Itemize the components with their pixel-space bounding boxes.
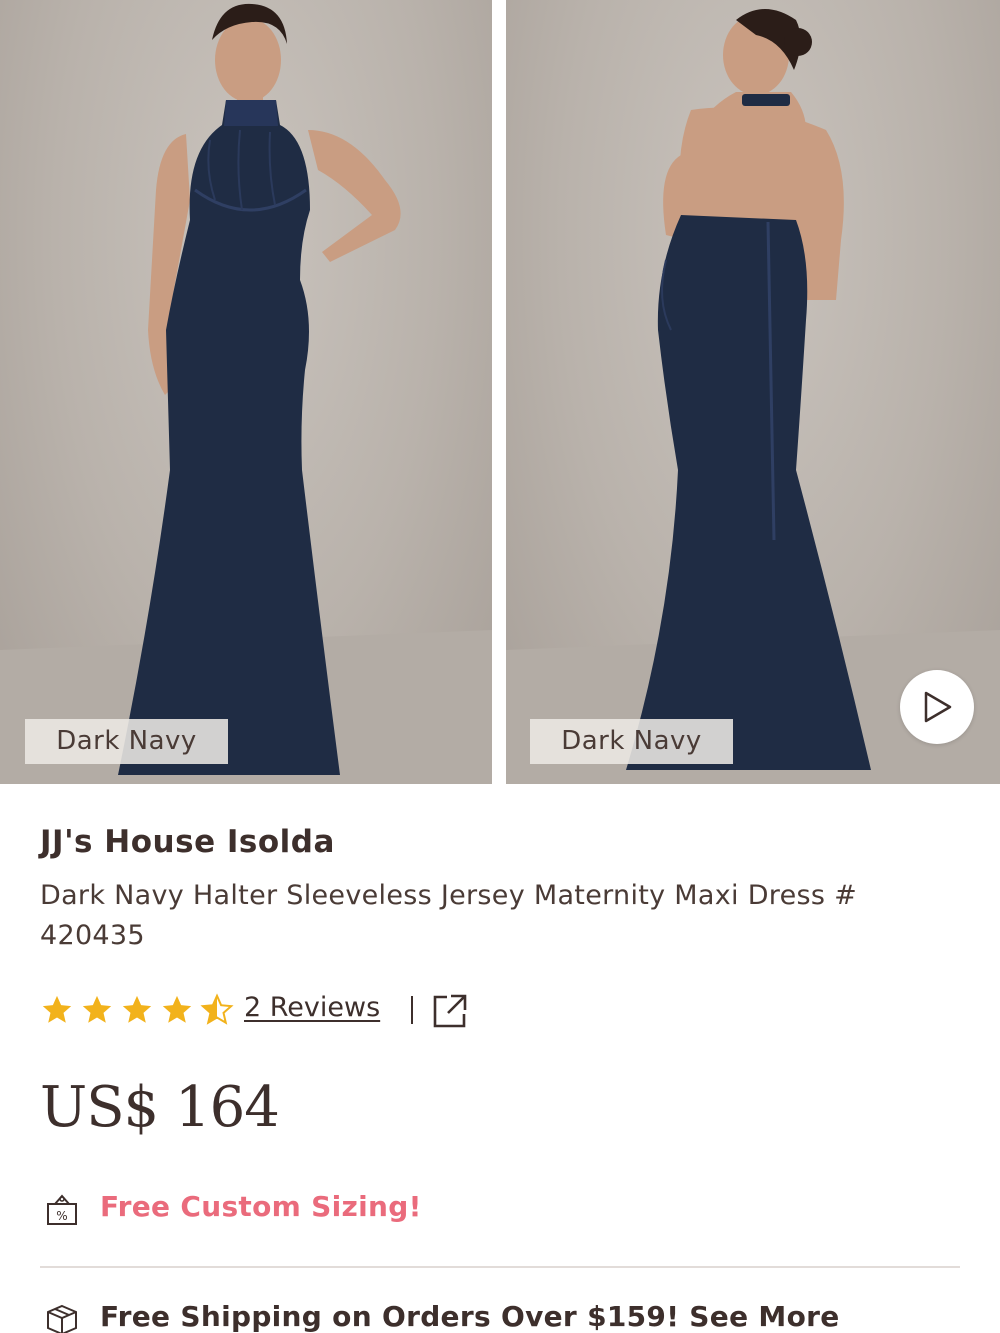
brand-name: JJ's House Isolda <box>40 824 335 860</box>
product-image-back[interactable] <box>506 0 1000 784</box>
divider <box>411 996 413 1024</box>
star-full-icon <box>162 995 192 1023</box>
section-divider <box>40 1266 960 1268</box>
free-shipping-link[interactable]: Free Shipping on Orders Over $159! See M… <box>40 1298 960 1333</box>
svg-text:%: % <box>56 1209 67 1223</box>
star-full-icon <box>82 995 112 1023</box>
share-icon[interactable] <box>431 992 469 1030</box>
play-icon <box>924 691 952 723</box>
free-shipping-label: Free Shipping on Orders Over $159! See M… <box>100 1300 840 1333</box>
free-custom-sizing-label: Free Custom Sizing! <box>100 1190 422 1223</box>
free-custom-sizing-link[interactable]: % Free Custom Sizing! <box>40 1188 960 1232</box>
star-full-icon <box>42 995 72 1023</box>
product-price: US$ 164 <box>40 1075 280 1140</box>
product-title: Dark Navy Halter Sleeveless Jersey Mater… <box>40 880 858 951</box>
rating-row: 2 Reviews <box>40 990 540 1032</box>
play-video-button[interactable] <box>900 670 974 744</box>
star-half-icon <box>200 993 234 1025</box>
shipping-box-icon <box>47 1304 77 1333</box>
star-full-icon <box>122 995 152 1023</box>
product-image-front[interactable] <box>0 0 492 784</box>
reviews-link[interactable]: 2 Reviews <box>244 992 380 1023</box>
dress-back-illustration <box>506 9 1000 784</box>
product-image-gallery[interactable]: Dark Navy Dark Navy <box>0 0 1000 784</box>
color-tag: Dark Navy <box>530 719 733 764</box>
discount-bag-icon: % <box>47 1194 77 1225</box>
dress-front-illustration <box>0 3 492 784</box>
color-tag: Dark Navy <box>25 719 228 764</box>
